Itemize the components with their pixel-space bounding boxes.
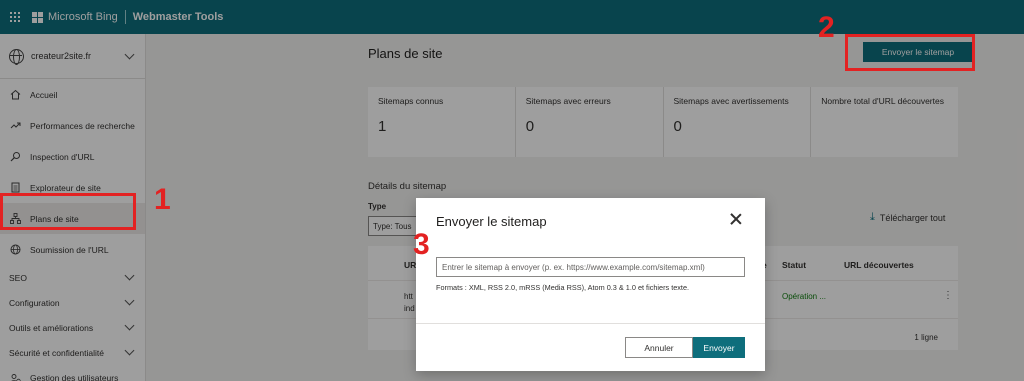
formats-hint: Formats : XML, RSS 2.0, mRSS (Media RSS)…	[436, 283, 690, 292]
close-icon[interactable]	[729, 212, 743, 226]
annotation-number-3: 3	[413, 228, 430, 261]
submit-sitemap-dialog: Envoyer le sitemap Formats : XML, RSS 2.…	[416, 198, 765, 371]
cancel-button[interactable]: Annuler	[625, 337, 693, 358]
send-button[interactable]: Envoyer	[693, 337, 745, 358]
sitemap-url-input[interactable]	[436, 257, 745, 277]
annotation-number-1: 1	[154, 183, 171, 216]
annotation-number-2: 2	[818, 11, 835, 44]
annotation-box-1	[0, 193, 136, 230]
dialog-divider	[416, 323, 765, 324]
annotation-box-2	[845, 34, 975, 71]
dialog-title: Envoyer le sitemap	[436, 214, 547, 229]
